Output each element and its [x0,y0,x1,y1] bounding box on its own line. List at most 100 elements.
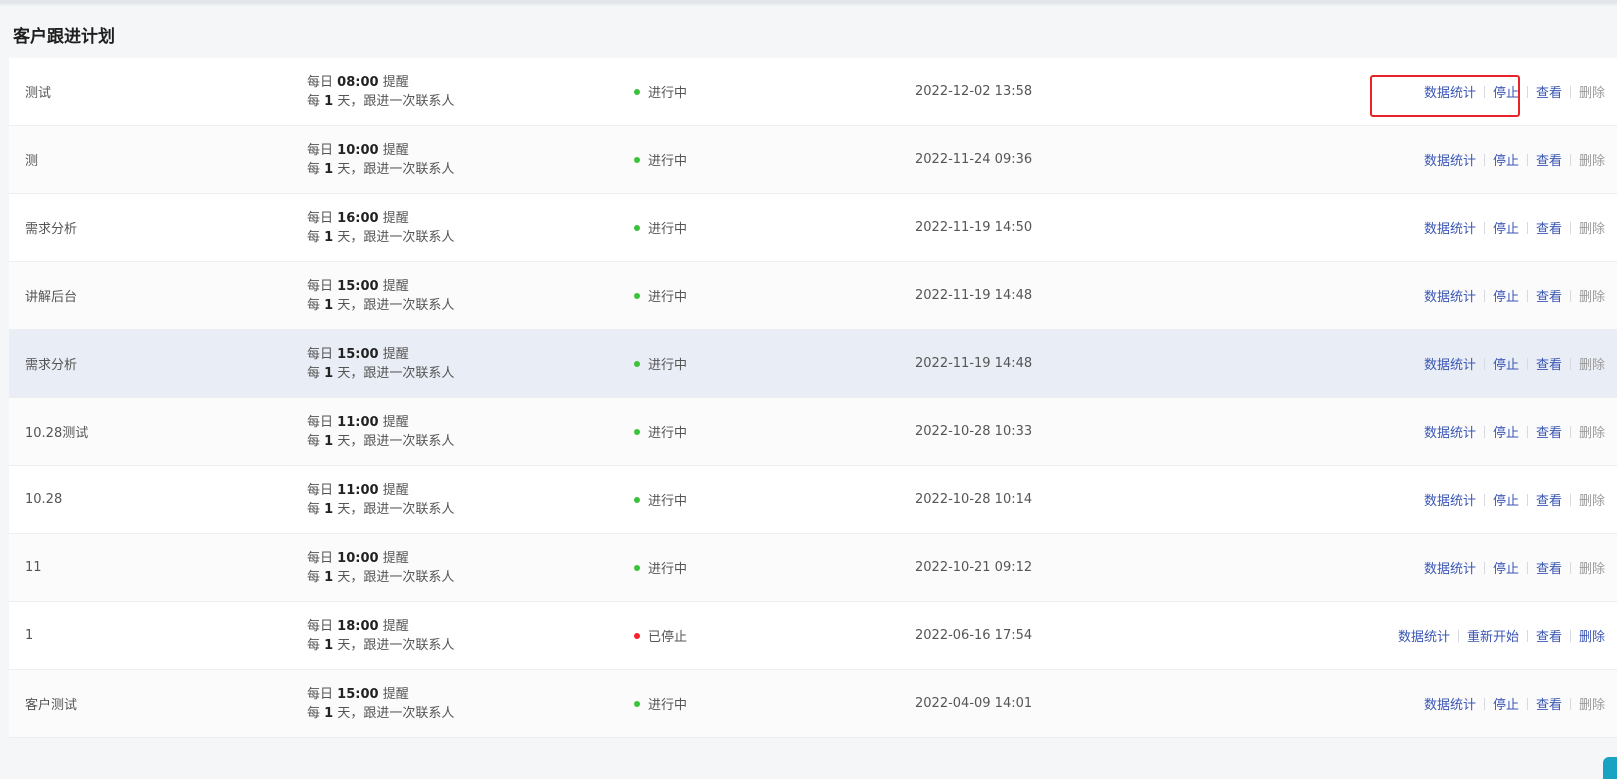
view-link[interactable]: 查看 [1536,422,1562,441]
status-badge: 进行中 [634,126,687,193]
action-separator [1483,153,1485,166]
action-separator [1526,153,1528,166]
delete-link[interactable]: 删除 [1579,286,1605,305]
daily-reminder: 每日 16:00 提醒 [307,210,409,226]
delete-link[interactable]: 删除 [1579,490,1605,509]
view-link[interactable]: 查看 [1536,150,1562,169]
created-time: 2022-06-16 17:54 [915,628,1033,643]
view-link[interactable]: 查看 [1536,626,1562,645]
view-link[interactable]: 查看 [1536,490,1562,509]
stop-link[interactable]: 停止 [1493,286,1519,305]
status-dot-icon [634,156,640,163]
delete-link[interactable]: 删除 [1579,150,1605,169]
stats-link[interactable]: 数据统计 [1398,626,1450,645]
view-link[interactable]: 查看 [1536,558,1562,577]
delete-link[interactable]: 删除 [1579,354,1605,373]
reminder-time: 15:00 [337,278,379,294]
daily-reminder: 每日 11:00 提醒 [307,482,409,498]
stop-link[interactable]: 停止 [1493,694,1519,713]
action-separator [1569,221,1571,234]
action-separator [1483,85,1485,98]
stats-link[interactable]: 数据统计 [1424,218,1476,237]
follow-up-frequency: 每 1 天，跟进一次联系人 [307,501,455,517]
top-strip [0,0,1617,4]
floating-widget-tab[interactable] [1603,757,1617,779]
restart-link[interactable]: 重新开始 [1467,626,1519,645]
view-link[interactable]: 查看 [1536,286,1562,305]
interval-days: 1 [324,93,334,109]
delete-link[interactable]: 删除 [1579,82,1605,101]
row-actions: 数据统计 重新开始 查看 删除 [1398,602,1605,669]
plan-name: 需求分析 [25,222,78,237]
interval-days: 1 [324,297,334,313]
status-badge: 进行中 [634,398,687,465]
stats-link[interactable]: 数据统计 [1424,354,1476,373]
delete-link[interactable]: 删除 [1579,558,1605,577]
stats-link[interactable]: 数据统计 [1424,558,1476,577]
daily-reminder: 每日 10:00 提醒 [307,550,409,566]
delete-link[interactable]: 删除 [1579,694,1605,713]
delete-link[interactable]: 删除 [1579,422,1605,441]
status-dot-icon [634,292,640,299]
row-actions: 数据统计 停止 查看 删除 [1424,330,1605,397]
view-link[interactable]: 查看 [1536,354,1562,373]
stop-link[interactable]: 停止 [1493,558,1519,577]
status-dot-icon [634,360,640,367]
action-separator [1569,561,1571,574]
daily-reminder: 每日 18:00 提醒 [307,618,409,634]
stats-link[interactable]: 数据统计 [1424,490,1476,509]
status-dot-icon [634,700,640,707]
status-dot-icon [634,88,640,95]
delete-link[interactable]: 删除 [1579,218,1605,237]
table-row: 讲解后台 每日 15:00 提醒每 1 天，跟进一次联系人 进行中 2022-11-1… [9,262,1617,330]
row-actions: 数据统计 停止 查看 删除 [1424,466,1605,533]
action-separator [1526,357,1528,370]
table-row: 10.28 每日 11:00 提醒每 1 天，跟进一次联系人 进行中 2022-10-… [9,466,1617,534]
status-badge: 进行中 [634,670,687,737]
view-link[interactable]: 查看 [1536,694,1562,713]
action-separator [1526,425,1528,438]
interval-days: 1 [324,433,334,449]
plan-name: 10.28 [25,492,63,507]
stop-link[interactable]: 停止 [1493,490,1519,509]
stats-link[interactable]: 数据统计 [1424,82,1476,101]
row-actions: 数据统计 停止 查看 删除 [1424,398,1605,465]
delete-link[interactable]: 删除 [1579,626,1605,645]
action-separator [1526,697,1528,710]
reminder-time: 18:00 [337,618,379,634]
stop-link[interactable]: 停止 [1493,354,1519,373]
action-separator [1569,697,1571,710]
table-row: 10.28测试 每日 11:00 提醒每 1 天，跟进一次联系人 进行中 2022-1… [9,398,1617,466]
row-actions: 数据统计 停止 查看 删除 [1424,126,1605,193]
reminder-time: 10:00 [337,142,379,158]
action-separator [1569,289,1571,302]
stop-link[interactable]: 停止 [1493,218,1519,237]
reminder-time: 16:00 [337,210,379,226]
created-time: 2022-11-19 14:48 [915,288,1033,303]
follow-up-frequency: 每 1 天，跟进一次联系人 [307,705,455,721]
plan-name: 11 [25,560,42,575]
page: 客户跟进计划 测试 每日 08:00 提醒每 1 天，跟进一次联系人 进行中 2022… [0,0,1617,779]
follow-up-frequency: 每 1 天，跟进一次联系人 [307,433,455,449]
stats-link[interactable]: 数据统计 [1424,150,1476,169]
status-badge: 已停止 [634,602,687,669]
action-separator [1457,629,1459,642]
plan-name: 1 [25,628,34,643]
plan-schedule: 每日 11:00 提醒每 1 天，跟进一次联系人 [307,398,454,465]
plan-schedule: 每日 18:00 提醒每 1 天，跟进一次联系人 [307,602,454,669]
stats-link[interactable]: 数据统计 [1424,286,1476,305]
follow-up-frequency: 每 1 天，跟进一次联系人 [307,297,455,313]
action-separator [1569,85,1571,98]
view-link[interactable]: 查看 [1536,82,1562,101]
view-link[interactable]: 查看 [1536,218,1562,237]
interval-days: 1 [324,365,334,381]
stats-link[interactable]: 数据统计 [1424,422,1476,441]
action-separator [1526,85,1528,98]
follow-up-frequency: 每 1 天，跟进一次联系人 [307,637,455,653]
action-separator [1569,425,1571,438]
reminder-time: 10:00 [337,550,379,566]
stats-link[interactable]: 数据统计 [1424,694,1476,713]
stop-link[interactable]: 停止 [1493,150,1519,169]
stop-link[interactable]: 停止 [1493,422,1519,441]
stop-link[interactable]: 停止 [1493,82,1519,101]
